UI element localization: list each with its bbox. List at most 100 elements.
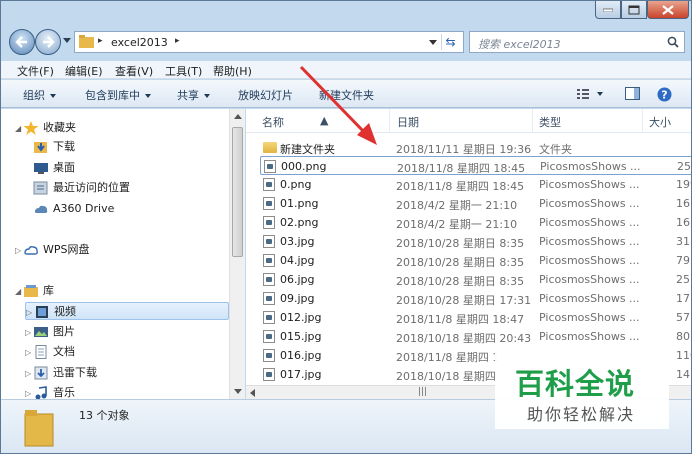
file-date: 2018/4/2 星期一 21:10 [396, 199, 518, 212]
file-row[interactable]: 015.jpg 2018/10/18 星期四 20:43 PicosmosSho… [260, 327, 691, 346]
breadcrumb-separator: ▸ [98, 36, 103, 46]
menu-edit[interactable]: 编辑(E) [65, 63, 103, 79]
nav-scrollbar[interactable] [229, 109, 245, 399]
scroll-left-icon[interactable] [250, 389, 255, 397]
share-button[interactable]: 共享 [177, 87, 210, 103]
file-date: 2018/10/18 星期四 [396, 370, 496, 383]
file-name: 09.jpg [280, 292, 315, 305]
nav-thunder-downloads[interactable]: ▷ 迅雷下载 [25, 364, 97, 382]
nav-videos-label: 视频 [54, 305, 76, 318]
file-row[interactable]: 03.jpg 2018/10/28 星期日 8:35 PicosmosShows… [260, 232, 691, 251]
nav-wps-label: WPS网盘 [43, 243, 90, 256]
file-size: 16 [676, 197, 690, 210]
organize-button[interactable]: 组织 [23, 87, 56, 103]
file-name: 017.jpg [280, 368, 322, 381]
file-row[interactable]: 01.png 2018/4/2 星期一 21:10 PicosmosShows … [260, 194, 691, 213]
recent-pages-dropdown[interactable] [63, 38, 71, 43]
slideshow-button[interactable]: 放映幻灯片 [238, 87, 293, 103]
nav-wps-drive[interactable]: ▷ WPS网盘 [15, 241, 90, 259]
arrow-left-icon [15, 36, 27, 48]
nav-documents-label: 文档 [53, 345, 75, 358]
file-size: 199 [676, 178, 691, 191]
minimize-icon [603, 8, 613, 12]
minimize-button[interactable] [595, 1, 621, 19]
file-size: 25 [676, 273, 690, 286]
column-date[interactable]: 日期 [397, 114, 419, 130]
image-file-icon [263, 292, 275, 305]
picture-library-icon [34, 327, 48, 337]
file-date: 2018/10/18 星期四 20:43 [396, 332, 532, 345]
forward-button[interactable] [35, 29, 61, 55]
scroll-down-icon[interactable] [234, 389, 242, 394]
file-size: 80 [676, 330, 690, 343]
nav-library[interactable]: ◢ 库 [15, 282, 54, 300]
search-box[interactable]: 搜索 excel2013 [469, 31, 685, 53]
file-row[interactable]: 04.jpg 2018/10/28 星期日 8:35 PicosmosShows… [260, 251, 691, 270]
nav-downloads[interactable]: 下载 [33, 138, 75, 156]
folder-icon [79, 35, 94, 48]
file-size: 79 [676, 254, 690, 267]
breadcrumb-current[interactable]: excel2013 [111, 36, 168, 49]
nav-desktop[interactable]: 桌面 [33, 159, 75, 177]
menu-help[interactable]: 帮助(H) [213, 63, 252, 79]
star-icon [23, 121, 39, 135]
image-file-icon [263, 235, 275, 248]
scroll-up-icon[interactable] [234, 114, 242, 119]
document-library-icon [35, 345, 47, 359]
file-name: 01.png [280, 197, 319, 210]
file-type: PicosmosShows ... [539, 273, 640, 286]
address-history-dropdown[interactable] [429, 40, 437, 45]
file-type: PicosmosShows ... [540, 160, 641, 173]
menu-tools[interactable]: 工具(T) [165, 63, 202, 79]
nav-pictures[interactable]: ▷ 图片 [25, 323, 75, 341]
scroll-thumb[interactable] [232, 127, 243, 257]
nav-favorites[interactable]: ◢ 收藏夹 [15, 119, 76, 137]
refresh-icon[interactable]: ⇆ [441, 34, 459, 50]
column-name[interactable]: 名称 [262, 114, 284, 130]
file-date: 2018/11/8 星期四 18:47 [396, 313, 525, 326]
column-type[interactable]: 类型 [539, 114, 561, 130]
help-icon[interactable]: ? [657, 87, 672, 102]
nav-recent-places[interactable]: 最近访问的位置 [33, 179, 130, 197]
scroll-grip-icon[interactable]: ||| [418, 387, 427, 397]
file-row[interactable]: 000.png 2018/11/8 星期四 18:45 PicosmosShow… [260, 156, 691, 175]
menu-file[interactable]: 文件(F) [17, 63, 54, 79]
search-icon[interactable] [667, 36, 679, 48]
image-file-icon [263, 349, 275, 362]
maximize-button[interactable] [621, 1, 647, 19]
nav-documents[interactable]: ▷ 文档 [25, 343, 75, 361]
image-file-icon [263, 254, 275, 267]
image-file-icon [263, 330, 275, 343]
file-row[interactable]: 02.png 2018/4/2 星期一 21:10 PicosmosShows … [260, 213, 691, 232]
file-row[interactable]: 0.png 2018/11/8 星期四 18:45 PicosmosShows … [260, 175, 691, 194]
organize-label: 组织 [23, 89, 45, 102]
library-icon [24, 285, 38, 297]
file-date: 2018/10/28 星期日 17:31 [396, 294, 532, 307]
nav-a360-drive[interactable]: A360 Drive [33, 200, 114, 218]
file-date: 2018/10/28 星期日 8:35 [396, 256, 525, 269]
back-button[interactable] [9, 29, 35, 55]
file-type: PicosmosShows ... [539, 330, 640, 343]
address-bar[interactable]: ▸ excel2013 ▸ ⇆ [74, 31, 464, 53]
include-in-library-button[interactable]: 包含到库中 [85, 87, 151, 103]
file-row[interactable]: 06.jpg 2018/10/28 星期日 8:35 PicosmosShows… [260, 270, 691, 289]
file-row[interactable]: 09.jpg 2018/10/28 星期日 17:31 PicosmosShow… [260, 289, 691, 308]
image-file-icon [263, 273, 275, 286]
folder-icon [263, 142, 277, 153]
nav-downloads-label: 下载 [53, 140, 75, 153]
file-name: 0.png [280, 178, 312, 191]
nav-videos[interactable]: ▷ 视频 [25, 302, 229, 320]
close-button[interactable] [647, 1, 689, 19]
column-size[interactable]: 大小 [649, 114, 671, 130]
nav-a360-label: A360 Drive [53, 202, 115, 215]
cloud-icon [24, 246, 38, 255]
watermark-subtitle: 助你轻松解决 [527, 405, 636, 424]
nav-pictures-label: 图片 [53, 325, 75, 338]
preview-pane-icon[interactable] [625, 87, 641, 101]
file-size: 31 [676, 235, 690, 248]
file-row[interactable]: 012.jpg 2018/11/8 星期四 18:47 PicosmosShow… [260, 308, 691, 327]
view-options-icon[interactable] [577, 87, 605, 101]
breadcrumb-separator[interactable]: ▸ [175, 36, 180, 46]
menu-view[interactable]: 查看(V) [115, 63, 153, 79]
watermark: 百科全说 助你轻松解决 [495, 345, 669, 429]
